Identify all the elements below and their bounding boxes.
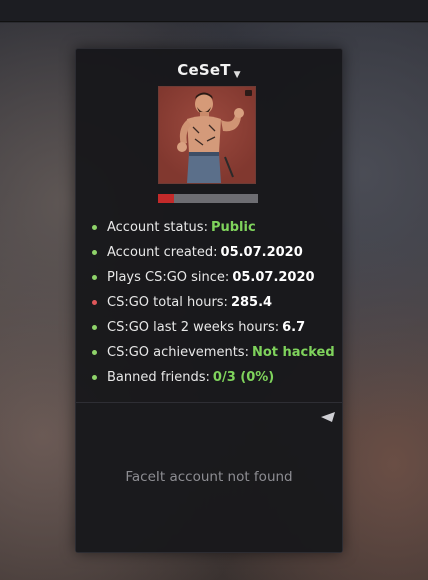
status-dot-icon [92,350,97,355]
faceit-section: FaceIt account not found [76,403,342,552]
level-progress-fill [158,194,174,203]
status-dot-icon [92,325,97,330]
username[interactable]: CeSeT [177,61,230,79]
stat-value: 6.7 [282,320,306,335]
stat-item: Plays CS:GO since: 05.07.2020 [76,265,342,290]
stat-item: CS:GO last 2 weeks hours: 6.7 [76,315,342,340]
stat-label: Account created: [107,245,218,260]
stat-value: 0/3 (0%) [212,370,275,385]
stat-label: CS:GO achievements: [107,345,249,360]
stat-label: CS:GO total hours: [107,295,228,310]
stat-value: 285.4 [230,295,273,310]
status-dot-icon [92,300,97,305]
status-dot-icon [92,375,97,380]
profile-name-row[interactable]: CeSeT ▼ [76,61,342,80]
top-bar-divider [0,21,428,22]
stat-value: Public [210,220,256,235]
faceit-not-found-message: FaceIt account not found [125,469,293,485]
stats-list: Account status: Public Account created: 05.… [76,215,342,390]
stat-item: CS:GO achievements: Not hacked [76,340,342,365]
stat-item: Account created: 05.07.2020 [76,240,342,265]
top-bar [0,0,428,23]
stat-label: Banned friends: [107,370,210,385]
stat-value: 05.07.2020 [232,270,315,285]
collapse-arrow-icon[interactable] [320,411,336,423]
avatar[interactable] [158,86,256,184]
stat-item: Banned friends: 0/3 (0%) [76,365,342,390]
stat-item: Account status: Public [76,215,342,240]
stat-value: Not hacked [251,345,335,360]
level-progress-bar [158,194,258,203]
stat-value: 05.07.2020 [220,245,303,260]
stat-label: Plays CS:GO since: [107,270,230,285]
caret-down-icon[interactable]: ▼ [234,70,241,80]
stat-label: Account status: [107,220,208,235]
avatar-image [159,87,255,183]
stat-label: CS:GO last 2 weeks hours: [107,320,280,335]
stat-item: CS:GO total hours: 285.4 [76,290,342,315]
status-dot-icon [92,275,97,280]
status-dot-icon [92,250,97,255]
profile-card: CeSeT ▼ Account status: Public Account c… [75,48,343,553]
status-dot-icon [92,225,97,230]
